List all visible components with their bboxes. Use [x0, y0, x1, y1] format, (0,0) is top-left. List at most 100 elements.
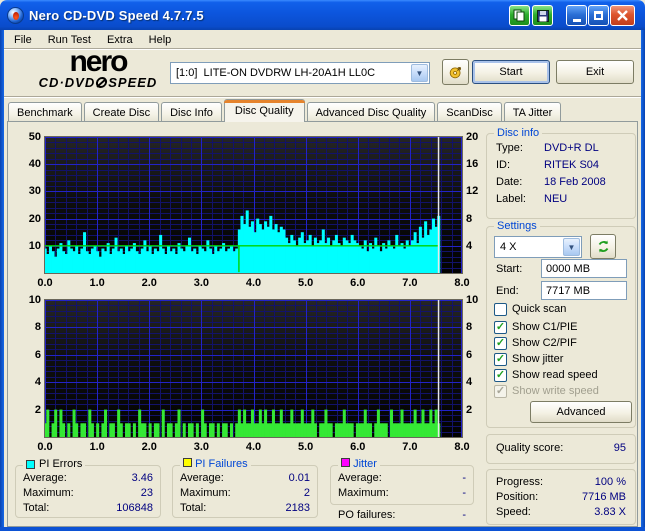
- checkbox-row-show-c2-pif[interactable]: ✓ Show C2/PIF: [494, 336, 577, 350]
- quality-score-value: 95: [613, 442, 626, 454]
- window-border-bottom: [0, 527, 645, 531]
- checkbox-row-quick-scan[interactable]: Quick scan: [494, 302, 566, 316]
- disc-id-value: RITEK S04: [544, 159, 600, 171]
- checkbox-show-write-speed: ✓: [494, 384, 507, 398]
- disc-id-label: ID:: [496, 159, 511, 171]
- minimize-button[interactable]: [566, 5, 587, 26]
- window-border-left: [0, 30, 4, 531]
- menu-file[interactable]: File: [6, 32, 40, 48]
- pi-failures-chart-ytick-right-6: 6: [466, 348, 473, 361]
- maximize-button[interactable]: [588, 5, 609, 26]
- scan-speed-select[interactable]: 4 X ▼: [494, 236, 582, 258]
- nero-app-icon: [7, 6, 24, 24]
- pi-errors-chart-xtick-6.0: 6.0: [350, 277, 366, 289]
- pi-errors-chart-xtick-8.0: 8.0: [454, 277, 470, 289]
- disc-logo-icon: [95, 77, 109, 88]
- disc-type-label: Type:: [496, 142, 523, 154]
- show-read-speed-label: Show read speed: [512, 369, 598, 381]
- pie-average-label: Average:: [23, 472, 67, 484]
- pi-failures-chart-ytick-right-8: 8: [466, 321, 473, 334]
- exit-button[interactable]: Exit: [556, 60, 634, 84]
- pi-errors-chart-plot: [43, 137, 463, 274]
- pi-failures-chart-xtick-0.0: 0.0: [37, 441, 53, 453]
- minimize-icon: [572, 18, 581, 22]
- pi-errors-chart-ytick-right-20: 20: [466, 131, 479, 143]
- po-failures-value: -: [462, 509, 466, 521]
- chevron-down-icon[interactable]: ▼: [563, 238, 580, 256]
- pie-maximum-label: Maximum:: [23, 487, 74, 499]
- pi-errors-chart-xtick-0.0: 0.0: [37, 277, 53, 289]
- tab-benchmark[interactable]: Benchmark: [8, 102, 82, 122]
- floppy-disk-icon: [536, 9, 549, 22]
- save-button[interactable]: [532, 5, 553, 26]
- checkbox-row-show-jitter[interactable]: ✓ Show jitter: [494, 352, 563, 366]
- pi-errors-chart-ytick-right-16: 16: [466, 158, 479, 171]
- progress-value: 100 %: [594, 476, 626, 488]
- checkbox-show-c1-pie[interactable]: ✓: [494, 320, 507, 334]
- copy-button[interactable]: [509, 5, 530, 26]
- advanced-button[interactable]: Advanced: [530, 401, 632, 423]
- pi-errors-chart-xtick-2.0: 2.0: [141, 277, 157, 289]
- progress-row: Progress: 100 %: [496, 476, 626, 489]
- tab-disc-info[interactable]: Disc Info: [161, 102, 222, 122]
- jitter-average-label: Average:: [338, 472, 382, 484]
- checkbox-show-read-speed[interactable]: ✓: [494, 368, 507, 382]
- checkbox-show-c2-pif[interactable]: ✓: [494, 336, 507, 350]
- position-row: Position: 7716 MB: [496, 491, 626, 504]
- tab-scandisc[interactable]: ScanDisc: [437, 102, 502, 122]
- checkbox-quick-scan[interactable]: [494, 302, 507, 316]
- logo-text: nero: [69, 45, 128, 78]
- chevron-down-icon[interactable]: ▼: [411, 64, 428, 82]
- show-write-speed-label: Show write speed: [512, 385, 599, 397]
- position-label: Position:: [496, 491, 539, 503]
- pi-failures-chart-ytick-6: 6: [34, 348, 41, 361]
- pi-failures-chart-xtick-3.0: 3.0: [193, 441, 210, 453]
- pi-failures-chart-ytick-right-4: 4: [466, 376, 473, 389]
- show-c1-pie-label: Show C1/PIE: [512, 321, 578, 333]
- disc-date-row: Date: 18 Feb 2008: [496, 176, 628, 189]
- start-mb-input[interactable]: 0000 MB: [541, 259, 627, 278]
- pi-errors-chart-ytick-right-4: 4: [466, 239, 473, 252]
- checkbox-row-show-write-speed: ✓ Show write speed: [494, 384, 599, 398]
- tab-create-disc[interactable]: Create Disc: [83, 102, 160, 122]
- tab-strip: Benchmark Create Disc Disc Info Disc Qualit…: [8, 99, 563, 122]
- eject-disc-icon: [449, 66, 462, 78]
- pi-failures-chart-xtick-6.0: 6.0: [350, 441, 366, 453]
- checkbox-show-jitter[interactable]: ✓: [494, 352, 507, 366]
- scan-speed-value: 4 X: [500, 241, 517, 253]
- eject-button[interactable]: [442, 59, 469, 85]
- checkbox-row-show-c1-pie[interactable]: ✓ Show C1/PIE: [494, 320, 577, 334]
- pi-errors-chart-ytick-right-12: 12: [466, 185, 479, 198]
- tab-advanced-disc-quality[interactable]: Advanced Disc Quality: [306, 102, 436, 122]
- quality-score-row: Quality score: 95: [496, 442, 626, 455]
- pi-errors-chart-xtick-1.0: 1.0: [89, 277, 105, 289]
- start-mb-label: Start:: [496, 263, 523, 275]
- jitter-average-value: -: [462, 472, 466, 484]
- pif-maximum-value: 2: [303, 487, 310, 499]
- menu-help[interactable]: Help: [141, 32, 180, 48]
- separator: [4, 96, 641, 98]
- close-button[interactable]: [610, 5, 635, 26]
- pi-errors-chart-xtick-4.0: 4.0: [245, 277, 262, 289]
- logo-sub-right: SPEED: [108, 75, 158, 90]
- pi-errors-chart-ytick-50: 50: [28, 131, 41, 143]
- pie-total-value: 106848: [116, 502, 153, 514]
- tab-ta-jitter[interactable]: TA Jitter: [503, 102, 562, 122]
- pi-errors-chart-xtick-3.0: 3.0: [193, 277, 210, 289]
- disc-type-value: DVD+R DL: [544, 142, 599, 154]
- pi-failures-chart-xtick-7.0: 7.0: [402, 441, 418, 453]
- jitter-title: Jitter: [353, 458, 377, 470]
- maximize-icon: [594, 11, 603, 20]
- checkbox-row-show-read-speed[interactable]: ✓ Show read speed: [494, 368, 598, 382]
- drive-select[interactable]: [1:0] LITE-ON DVDRW LH-20A1H LL0C ▼: [170, 62, 430, 84]
- end-mb-input[interactable]: 7717 MB: [541, 281, 627, 300]
- speed-label: Speed:: [496, 506, 531, 518]
- pi-failures-legend: PI Failures: [180, 458, 251, 470]
- start-button[interactable]: Start: [472, 60, 550, 84]
- pi-failures-chart: [43, 299, 463, 438]
- pif-average-label: Average:: [180, 472, 224, 484]
- tab-disc-quality[interactable]: Disc Quality: [223, 99, 305, 122]
- refresh-button[interactable]: [590, 234, 616, 259]
- pi-errors-legend: PI Errors: [23, 458, 86, 470]
- window-title: Nero CD-DVD Speed 4.7.7.5: [29, 7, 204, 23]
